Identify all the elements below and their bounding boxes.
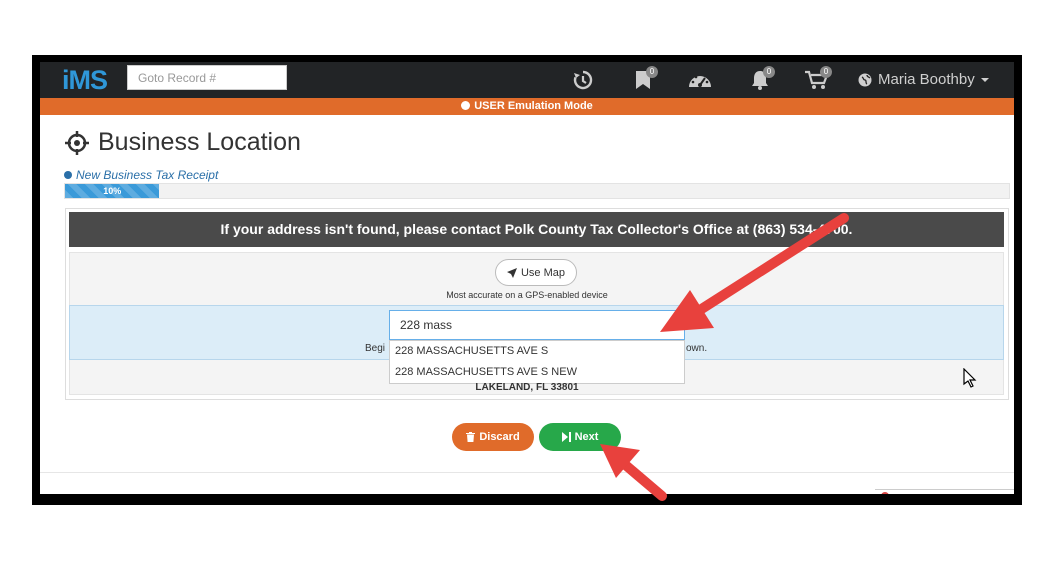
dashboard-gauge-icon[interactable] — [685, 66, 715, 94]
top-navbar: iMS 0 0 0 Maria Boothby — [40, 62, 1014, 98]
address-search-input[interactable] — [389, 310, 685, 340]
status-dot-icon — [881, 492, 889, 494]
progress-bar: 10% — [64, 183, 1010, 199]
notifications-badge: 0 — [763, 66, 775, 78]
bookmark-badge: 0 — [646, 66, 658, 78]
user-name: Maria Boothby — [878, 71, 975, 88]
city-state-zip: LAKELAND, FL 33801 — [475, 382, 579, 393]
history-icon[interactable] — [568, 66, 598, 94]
subtitle-text: New Business Tax Receipt — [76, 168, 219, 182]
footer-divider — [40, 472, 1014, 473]
user-menu[interactable]: Maria Boothby — [858, 62, 989, 98]
suggestion-item[interactable]: 228 MASSACHUSETTS AVE S NEW — [390, 362, 684, 383]
address-hint-right: own. — [686, 343, 708, 354]
address-suggestions: 228 MASSACHUSETTS AVE S 228 MASSACHUSETT… — [389, 340, 685, 384]
address-notice: If your address isn't found, please cont… — [69, 212, 1004, 247]
suggestion-item[interactable]: 228 MASSACHUSETTS AVE S — [390, 341, 684, 362]
discard-button[interactable]: Discard — [452, 423, 534, 451]
circle-icon — [64, 171, 72, 179]
mouse-pointer-icon — [963, 368, 977, 388]
address-hint-left: Begi — [365, 343, 386, 354]
next-label: Next — [574, 431, 599, 443]
app-screen: iMS 0 0 0 Maria Boothby USER Emulation M… — [40, 62, 1014, 494]
crosshair-icon — [65, 130, 89, 155]
shopping-cart-icon[interactable]: 0 — [802, 66, 832, 94]
page-title-text: Business Location — [98, 128, 301, 156]
step-forward-icon — [561, 432, 571, 442]
app-logo[interactable]: iMS — [62, 62, 108, 98]
goto-record-input[interactable] — [127, 65, 287, 90]
caret-down-icon — [980, 78, 989, 82]
cart-badge: 0 — [820, 66, 832, 78]
notifications-bell-icon[interactable]: 0 — [745, 66, 775, 94]
eye-icon — [461, 101, 471, 110]
location-arrow-icon — [506, 267, 517, 278]
page-title: Business Location — [64, 128, 301, 157]
gps-hint: Most accurate on a GPS-enabled device — [446, 290, 608, 300]
discard-label: Discard — [479, 431, 520, 443]
emulation-mode-banner: USER Emulation Mode — [40, 98, 1014, 115]
trash-icon — [466, 432, 476, 442]
progress-fill: 10% — [65, 184, 160, 198]
page-subtitle: New Business Tax Receipt — [64, 168, 218, 182]
bookmark-icon[interactable]: 0 — [628, 66, 658, 94]
corner-widget — [875, 489, 1014, 494]
next-button[interactable]: Next — [539, 423, 621, 451]
emulation-banner-text: USER Emulation Mode — [474, 100, 593, 112]
use-map-label: Use Map — [520, 266, 566, 279]
use-map-button[interactable]: Use Map — [495, 259, 577, 286]
globe-icon — [858, 73, 872, 87]
